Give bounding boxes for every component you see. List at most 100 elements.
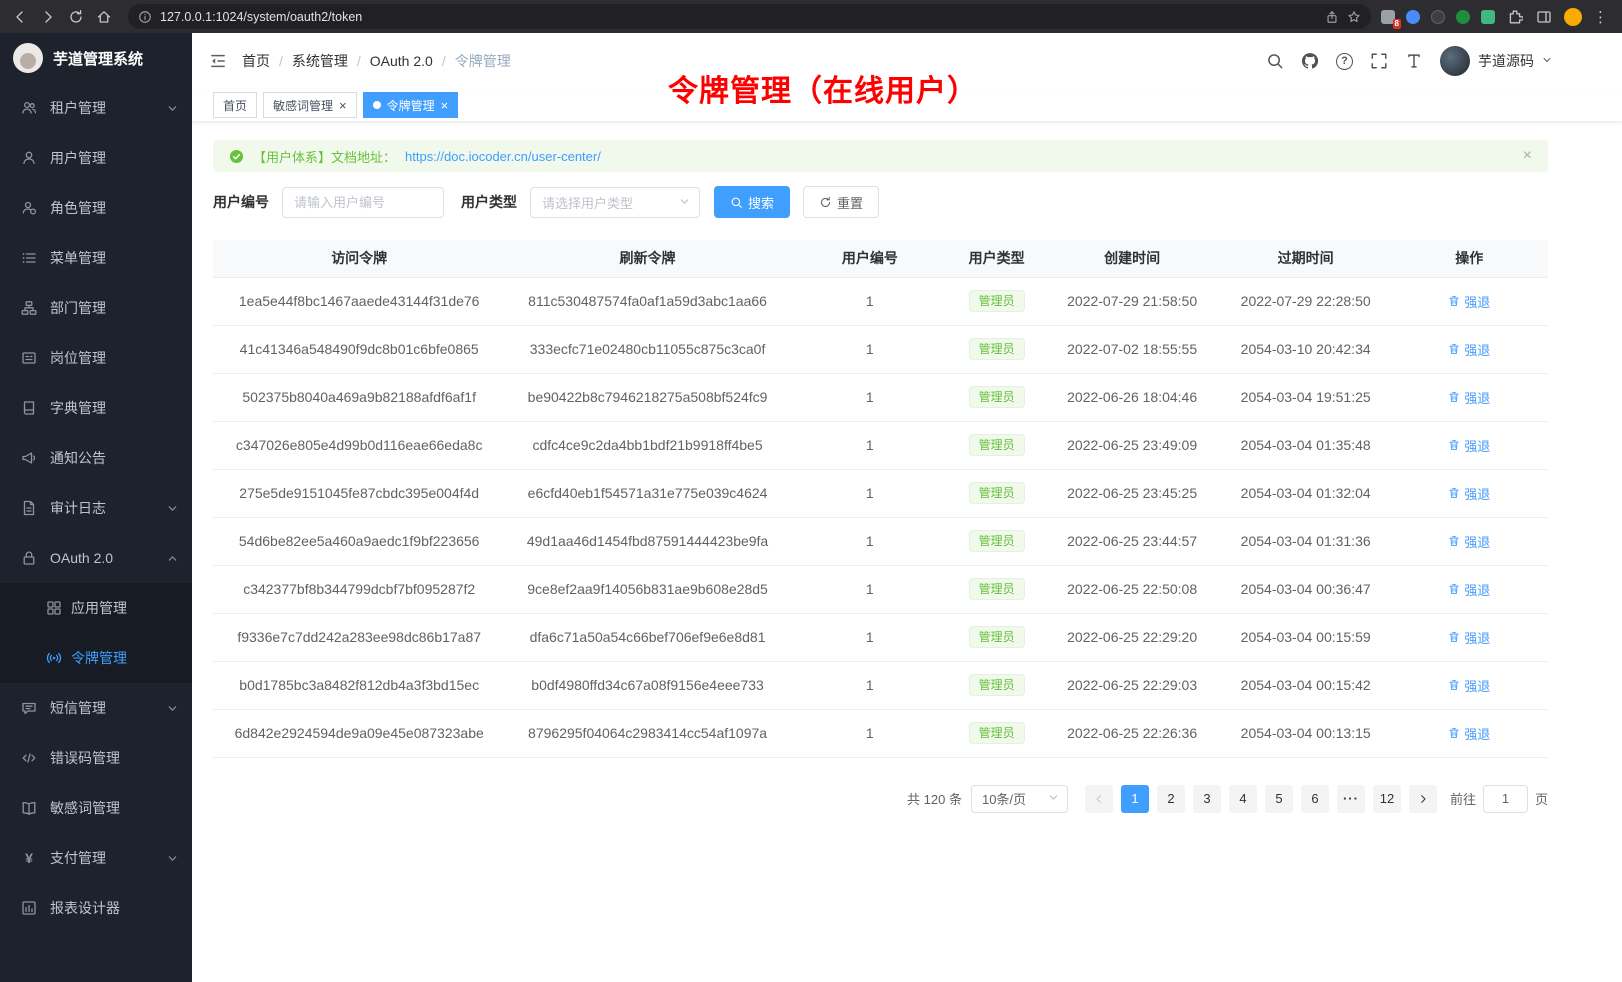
sidebar-item-oauth-apps[interactable]: 应用管理 — [0, 583, 192, 633]
extension-adblock-icon[interactable]: 8 — [1381, 10, 1395, 24]
sidebar-item-tenant[interactable]: 租户管理 — [0, 83, 192, 133]
force-logout-button[interactable]: 强退 — [1448, 676, 1490, 695]
force-logout-button[interactable]: 强退 — [1448, 628, 1490, 647]
extension-blue-icon[interactable] — [1406, 10, 1420, 24]
sidebar-item-dict[interactable]: 字典管理 — [0, 383, 192, 433]
side-panel-icon[interactable] — [1535, 4, 1553, 30]
page-button-3[interactable]: 3 — [1193, 785, 1221, 813]
col-create-time: 创建时间 — [1043, 240, 1221, 277]
more-pages-button[interactable]: ··· — [1337, 785, 1365, 813]
sidebar-fold-icon[interactable] — [209, 52, 227, 70]
force-logout-button[interactable]: 强退 — [1448, 340, 1490, 359]
page-button-1[interactable]: 1 — [1121, 785, 1149, 813]
user-menu[interactable]: 芋道源码 — [1440, 46, 1552, 76]
user-id-input[interactable] — [282, 187, 444, 218]
force-logout-button[interactable]: 强退 — [1448, 580, 1490, 599]
sidebar-item-dept[interactable]: 部门管理 — [0, 283, 192, 333]
sidebar-item-menu[interactable]: 菜单管理 — [0, 233, 192, 283]
force-logout-button[interactable]: 强退 — [1448, 388, 1490, 407]
cell-user-type: 管理员 — [950, 709, 1043, 757]
home-icon[interactable] — [90, 4, 118, 30]
doc-link[interactable]: https://doc.iocoder.cn/user-center/ — [405, 149, 601, 164]
cell-user-id: 1 — [790, 421, 950, 469]
sidebar-item-error-code[interactable]: 错误码管理 — [0, 733, 192, 783]
site-info-icon[interactable] — [138, 10, 152, 24]
tab-token[interactable]: 令牌管理 × — [363, 92, 459, 118]
prev-page-button[interactable] — [1085, 785, 1113, 813]
breadcrumb: 首页 / 系统管理 / OAuth 2.0 / 令牌管理 — [242, 51, 511, 71]
font-size-icon[interactable] — [1405, 52, 1423, 70]
cell-access-token: c342377bf8b344799dcbf7bf095287f2 — [213, 565, 505, 613]
cell-expire-time: 2054-03-04 01:35:48 — [1221, 421, 1391, 469]
page-button-2[interactable]: 2 — [1157, 785, 1185, 813]
sidebar-item-oauth-tokens[interactable]: 令牌管理 — [0, 633, 192, 683]
page-button-4[interactable]: 4 — [1229, 785, 1257, 813]
extension-green-icon[interactable] — [1456, 10, 1470, 24]
force-logout-button[interactable]: 强退 — [1448, 532, 1490, 551]
sidebar-item-oauth[interactable]: OAuth 2.0 — [0, 533, 192, 583]
sidebar-item-audit-log[interactable]: 审计日志 — [0, 483, 192, 533]
search-icon[interactable] — [1266, 52, 1284, 70]
cell-access-token: 41c41346a548490f9dc8b01c6bfe0865 — [213, 325, 505, 373]
force-logout-button[interactable]: 强退 — [1448, 436, 1490, 455]
sidebar-item-post[interactable]: 岗位管理 — [0, 333, 192, 383]
sidebar-item-role[interactable]: 角色管理 — [0, 183, 192, 233]
sidebar-item-payment[interactable]: ¥ 支付管理 — [0, 833, 192, 883]
page-button-6[interactable]: 6 — [1301, 785, 1329, 813]
github-icon[interactable] — [1301, 52, 1319, 70]
extensions-puzzle-icon[interactable] — [1506, 4, 1524, 30]
trash-icon — [1448, 391, 1460, 403]
close-icon[interactable]: × — [339, 99, 347, 112]
sidebar-item-sensitive-word[interactable]: 敏感词管理 — [0, 783, 192, 833]
tab-home[interactable]: 首页 — [213, 92, 257, 118]
forward-icon[interactable] — [34, 4, 62, 30]
next-page-button[interactable] — [1409, 785, 1437, 813]
browser-menu-icon[interactable]: ⋮ — [1593, 8, 1608, 26]
code-icon — [20, 750, 38, 766]
reset-button[interactable]: 重置 — [803, 186, 879, 218]
col-access-token: 访问令牌 — [213, 240, 505, 277]
sidebar-item-user[interactable]: 用户管理 — [0, 133, 192, 183]
chevron-down-icon — [167, 853, 178, 864]
refresh-icon[interactable] — [62, 4, 90, 30]
force-logout-button[interactable]: 强退 — [1448, 724, 1490, 743]
close-icon[interactable]: × — [441, 99, 449, 112]
tab-sensitive-word[interactable]: 敏感词管理 × — [263, 92, 357, 118]
extension-dark-icon[interactable] — [1431, 10, 1445, 24]
chevron-down-icon — [679, 195, 690, 210]
page-size-select[interactable]: 10条/页 — [971, 785, 1068, 813]
goto-label: 前往 — [1450, 789, 1476, 808]
user-id-label: 用户编号 — [213, 192, 269, 212]
force-logout-button[interactable]: 强退 — [1448, 292, 1490, 311]
help-icon[interactable] — [1336, 53, 1353, 70]
sidebar-item-notice[interactable]: 通知公告 — [0, 433, 192, 483]
breadcrumb-system[interactable]: 系统管理 — [292, 51, 348, 71]
cell-user-id: 1 — [790, 373, 950, 421]
share-icon[interactable] — [1325, 10, 1339, 24]
address-bar[interactable]: 127.0.0.1:1024/system/oauth2/token — [128, 4, 1371, 29]
back-icon[interactable] — [6, 4, 34, 30]
breadcrumb-home[interactable]: 首页 — [242, 51, 270, 71]
bookmark-star-icon[interactable] — [1347, 10, 1361, 24]
goto-page-input[interactable] — [1483, 785, 1528, 813]
sidebar-item-sms[interactable]: 短信管理 — [0, 683, 192, 733]
extension-vue-devtools-icon[interactable] — [1481, 10, 1495, 24]
user-type-tag: 管理员 — [969, 530, 1025, 552]
browser-profile-avatar[interactable] — [1564, 8, 1582, 26]
page-button-5[interactable]: 5 — [1265, 785, 1293, 813]
search-button[interactable]: 搜索 — [714, 186, 790, 218]
app-logo[interactable]: 芋道管理系统 — [0, 33, 192, 83]
fullscreen-icon[interactable] — [1370, 52, 1388, 70]
alert-close-icon[interactable]: × — [1523, 148, 1532, 164]
cell-user-id: 1 — [790, 325, 950, 373]
table-row: 1ea5e44f8bc1467aaede43144f31de76 811c530… — [213, 277, 1548, 325]
force-logout-button[interactable]: 强退 — [1448, 484, 1490, 503]
user-type-select[interactable]: 请选择用户类型 — [530, 187, 700, 218]
breadcrumb-oauth[interactable]: OAuth 2.0 — [370, 53, 433, 69]
sidebar-item-report-designer[interactable]: 报表设计器 — [0, 883, 192, 933]
search-form: 用户编号 用户类型 请选择用户类型 搜索 重置 — [213, 186, 1548, 218]
page-button-12[interactable]: 12 — [1373, 785, 1401, 813]
table-row: f9336e7c7dd242a283ee98dc86b17a87 dfa6c71… — [213, 613, 1548, 661]
org-tree-icon — [20, 300, 38, 316]
cell-actions: 强退 — [1390, 709, 1548, 757]
